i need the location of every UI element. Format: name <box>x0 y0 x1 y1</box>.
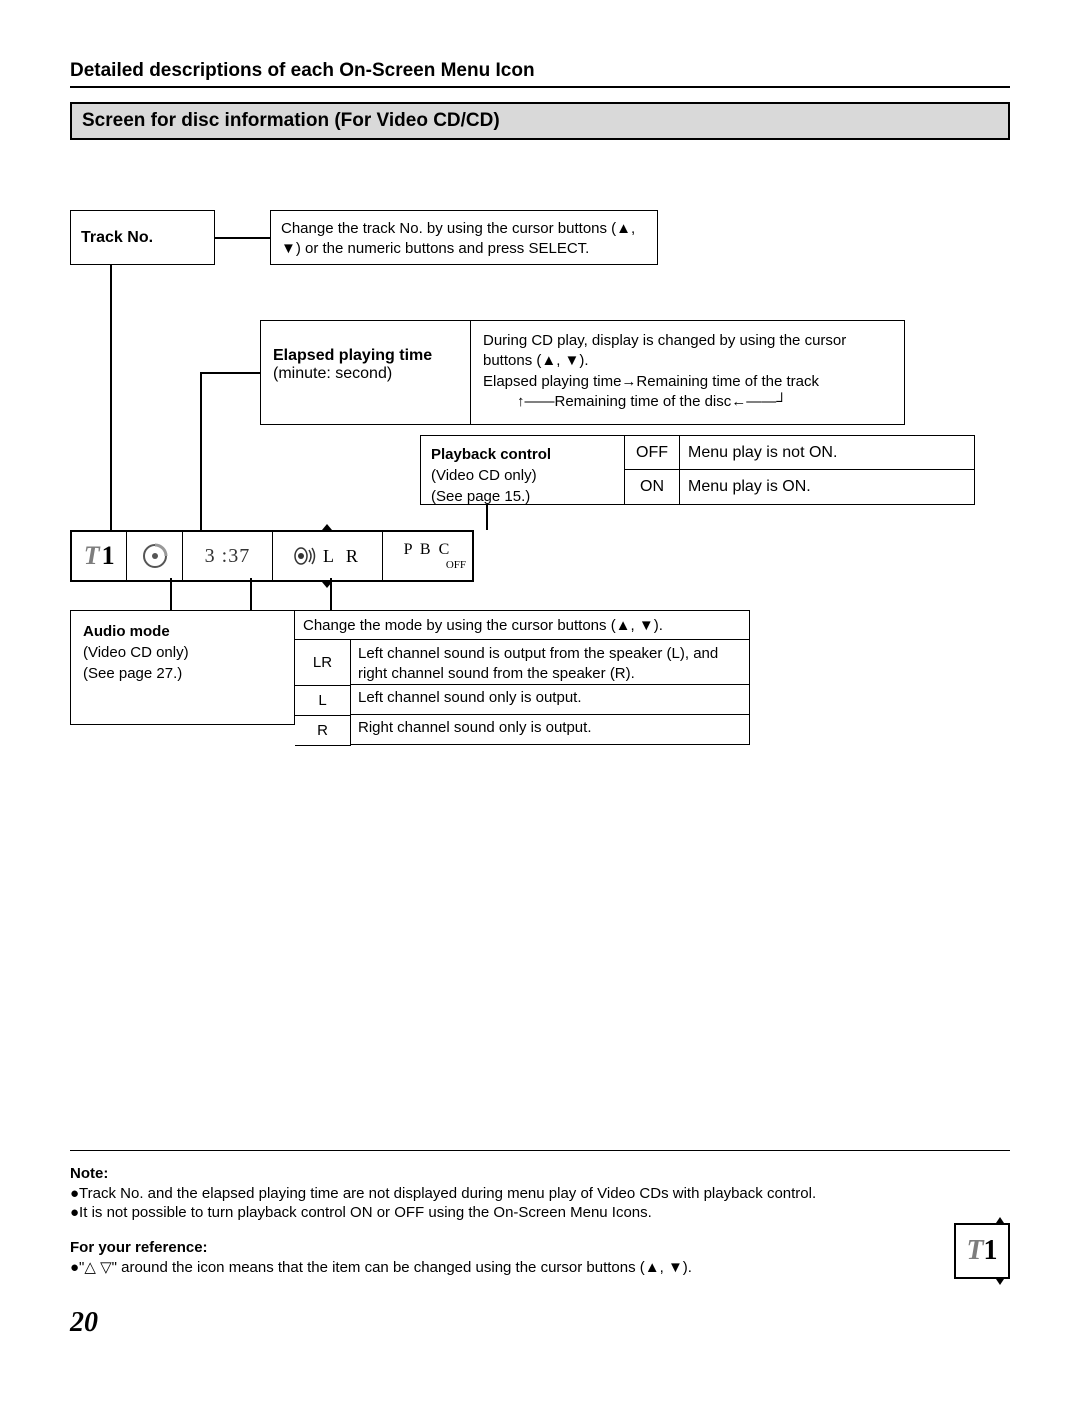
pbc-sub1: (Video CD only) <box>431 467 537 484</box>
reference-text: ●"△ ▽" around the icon means that the it… <box>70 1258 934 1276</box>
ref-icon-number: 1 <box>984 1235 998 1267</box>
osd-track: T1 <box>72 532 127 580</box>
connector-line <box>170 578 172 610</box>
osd-disc-icon <box>127 532 182 580</box>
elapsed-outer: Elapsed playing time (minute: second) Du… <box>260 320 905 425</box>
pbc-off-key: OFF <box>625 435 680 470</box>
audio-row-lr-key: LR <box>295 640 351 686</box>
diagram-area: Track No. Change the track No. by using … <box>70 210 1010 830</box>
osd-pbc-label: P B C <box>404 542 452 558</box>
up-triangle-icon <box>322 524 332 530</box>
audio-row-l-key: L <box>295 685 351 716</box>
connector-line <box>200 372 202 530</box>
pbc-on-desc: Menu play is ON. <box>680 470 975 505</box>
pbc-label-box: Playback control (Video CD only) (See pa… <box>420 435 625 505</box>
up-triangle-icon <box>996 1217 1004 1223</box>
divider <box>70 1150 1010 1151</box>
note-2: ●It is not possible to turn playback con… <box>70 1204 1010 1221</box>
audio-row-r-desc: Right channel sound only is output. <box>350 715 750 745</box>
connector-line <box>250 578 252 610</box>
osd-pbc: P B C OFF <box>383 532 472 580</box>
osd-pbc-state: OFF <box>446 560 466 571</box>
reference-icon: T1 <box>954 1223 1010 1279</box>
audio-mode-sub1: (Video CD only) <box>83 644 189 661</box>
pbc-on-key: ON <box>625 470 680 505</box>
osd-audio: L R <box>273 532 383 580</box>
connector-line <box>110 265 112 530</box>
osd-bar: T1 3 :37 L R P B C OFF <box>70 530 474 582</box>
audio-row-r-key: R <box>295 715 351 746</box>
elapsed-desc2: Elapsed playing time→Remaining time of t… <box>483 373 819 390</box>
pbc-off-desc: Menu play is not ON. <box>680 435 975 470</box>
connector-line <box>200 372 260 374</box>
track-no-label: Track No. <box>70 210 215 265</box>
audio-row-l-desc: Left channel sound only is output. <box>350 685 750 715</box>
track-no-desc: Change the track No. by using the cursor… <box>270 210 658 265</box>
elapsed-label: Elapsed playing time <box>273 347 432 364</box>
loop-arrow-left: ↑—— <box>517 393 555 410</box>
elapsed-sublabel: (minute: second) <box>273 365 392 382</box>
osd-time: 3 :37 <box>183 532 273 580</box>
connector-line <box>486 505 488 530</box>
osd-track-number: 1 <box>102 541 115 571</box>
note-1: ●Track No. and the elapsed playing time … <box>70 1185 1010 1202</box>
speaker-icon <box>293 546 317 566</box>
notes-section: Note: ●Track No. and the elapsed playing… <box>70 1165 1010 1221</box>
note-heading: Note: <box>70 1165 108 1182</box>
audio-mode-label: Audio mode (Video CD only) (See page 27.… <box>70 610 295 725</box>
down-triangle-icon <box>996 1279 1004 1285</box>
audio-row-lr-desc: Left channel sound is output from the sp… <box>350 640 750 685</box>
reference-heading: For your reference: <box>70 1239 934 1256</box>
osd-track-letter: T <box>84 541 100 571</box>
page-number: 20 <box>70 1307 1010 1339</box>
audio-mode-bold: Audio mode <box>83 623 170 640</box>
audio-mode-sub2: (See page 27.) <box>83 665 182 682</box>
loop-arrow-right: ←——┘ <box>731 393 787 410</box>
elapsed-desc1: During CD play, display is changed by us… <box>483 332 846 369</box>
pbc-label: Playback control <box>431 446 551 463</box>
osd-audio-lr: L R <box>323 546 362 567</box>
ref-icon-letter: T <box>966 1235 983 1267</box>
page-header: Detailed descriptions of each On-Screen … <box>70 60 1010 88</box>
section-title: Screen for disc information (For Video C… <box>70 102 1010 140</box>
connector-line <box>330 578 332 610</box>
audio-mode-head: Change the mode by using the cursor butt… <box>295 610 750 640</box>
connector-line <box>215 237 270 239</box>
pbc-sub2: (See page 15.) <box>431 488 530 505</box>
elapsed-desc3: Remaining time of the disc <box>555 393 732 410</box>
